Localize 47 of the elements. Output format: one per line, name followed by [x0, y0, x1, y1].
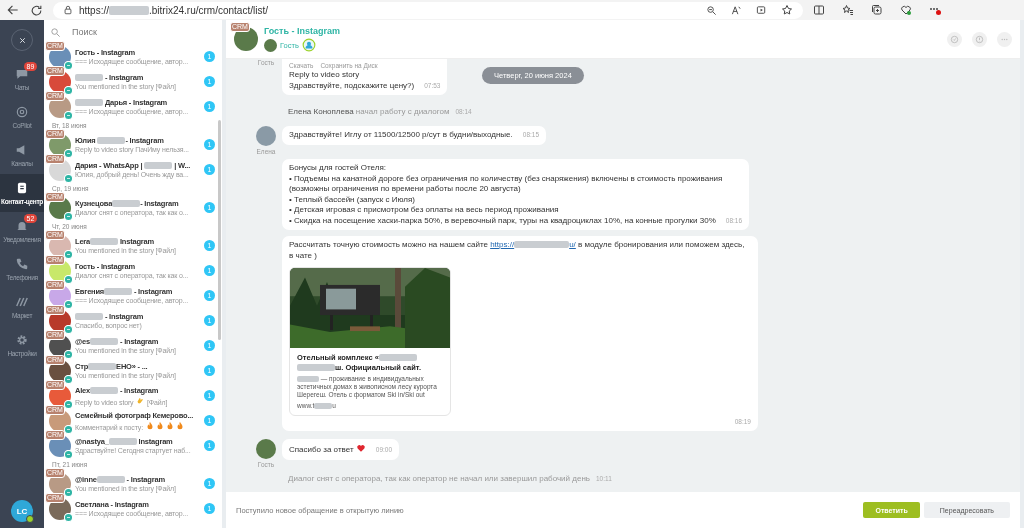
channel-icon [64, 512, 73, 522]
message-text: Рассчитать точную стоимость можно на нашем сайте https:// u/ в модуле бронирования или поможем здесь, в чате ) [289, 240, 746, 261]
read-aloud-icon[interactable] [731, 4, 742, 16]
channel-icon [64, 299, 73, 309]
channel-icon [64, 148, 73, 158]
search-icon [50, 26, 61, 38]
channel-icon [64, 60, 73, 70]
channel-icon [64, 211, 73, 221]
star-icon[interactable] [781, 4, 793, 16]
copilot-icon [15, 105, 29, 119]
clapping-hands-icon [135, 395, 146, 406]
channel-icon [64, 173, 73, 183]
avatar [256, 126, 276, 146]
channel-icon [64, 487, 73, 497]
favorites-icon[interactable] [842, 4, 854, 16]
chat-icon [15, 67, 29, 81]
collections-icon[interactable] [871, 4, 883, 16]
lock-icon [63, 5, 73, 15]
check-icon[interactable] [949, 33, 960, 45]
close-icon [17, 35, 27, 45]
channel-icon [64, 424, 73, 434]
video-icon[interactable] [756, 4, 767, 16]
reload-icon[interactable] [30, 3, 43, 17]
heart-monitor-icon[interactable] [900, 4, 912, 16]
channel-icon [64, 110, 73, 120]
user-icon[interactable] [301, 38, 316, 52]
channel-icon [64, 374, 73, 384]
channel-icon [64, 324, 73, 334]
channel-icon [64, 349, 73, 359]
bell-icon [15, 219, 29, 233]
channel-icon [64, 85, 73, 95]
split-screen-icon[interactable] [813, 4, 825, 16]
channel-icon [64, 449, 73, 459]
channel-icon [64, 249, 73, 259]
phone-icon [15, 257, 29, 271]
channel-icon [64, 274, 73, 284]
channel-icon [64, 399, 73, 409]
settings-icon [15, 333, 29, 347]
avatar [264, 38, 277, 52]
heart-icon [355, 443, 366, 453]
scrollbar[interactable] [218, 120, 221, 340]
avatar [256, 439, 276, 459]
market-icon [15, 295, 29, 309]
address-field[interactable]: https:// .bitrix24.ru/crm/contact/list/ [79, 4, 268, 16]
contact-center-icon [15, 181, 29, 195]
zoom-out-icon[interactable] [706, 4, 717, 16]
back-icon[interactable] [6, 3, 20, 17]
